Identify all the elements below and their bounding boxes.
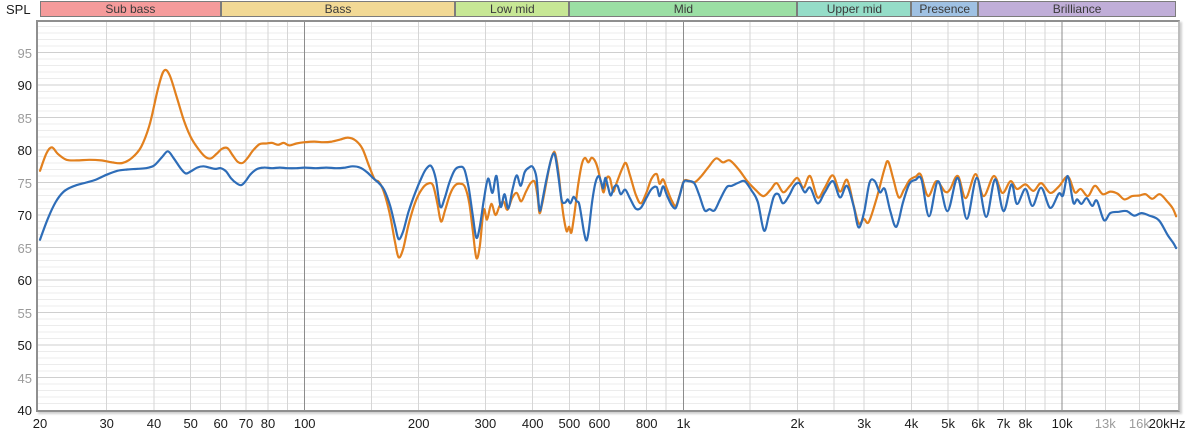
y-tick-95: 95 xyxy=(17,45,32,61)
x-tick-3k: 3k xyxy=(857,416,871,431)
band-sub-bass: Sub bass xyxy=(40,1,221,17)
band-upper-mid: Upper mid xyxy=(797,1,912,17)
band-presence: Presence xyxy=(911,1,979,17)
band-bass: Bass xyxy=(220,1,456,17)
y-tick-75: 75 xyxy=(17,175,32,191)
x-tick-4k: 4k xyxy=(904,416,919,431)
x-tick-800: 800 xyxy=(635,416,658,431)
y-tick-40: 40 xyxy=(17,403,32,418)
x-tick-6k: 6k xyxy=(971,416,985,431)
y-tick-80: 80 xyxy=(17,143,32,158)
plot-area xyxy=(38,22,1178,410)
y-tick-60: 60 xyxy=(17,273,32,288)
y-tick-45: 45 xyxy=(17,370,32,386)
x-tick-20: 20 xyxy=(32,416,48,431)
plot-frame xyxy=(36,20,1180,412)
x-tick-500: 500 xyxy=(558,416,581,431)
x-tick-1k: 1k xyxy=(676,416,691,431)
x-tick-600: 600 xyxy=(588,416,611,431)
x-tick-70: 70 xyxy=(238,416,254,431)
frequency-response-chart: SPL Sub bass Bass Low mid Mid Upper mid Prese… xyxy=(0,0,1200,436)
x-tick-200: 200 xyxy=(407,416,430,431)
x-tick-20kHz: 20kHz xyxy=(1148,416,1186,431)
y-tick-55: 55 xyxy=(17,305,32,321)
x-tick-60: 60 xyxy=(213,416,228,431)
x-tick-13k: 13k xyxy=(1094,416,1116,431)
band-mid: Mid xyxy=(569,1,798,17)
band-brilliance: Brilliance xyxy=(978,1,1177,17)
x-tick-5k: 5k xyxy=(941,416,955,431)
x-tick-2k: 2k xyxy=(790,416,805,431)
y-tick-65: 65 xyxy=(17,240,32,256)
y-tick-70: 70 xyxy=(17,208,32,223)
x-tick-100: 100 xyxy=(293,416,316,431)
x-tick-40: 40 xyxy=(146,416,162,431)
y-tick-90: 90 xyxy=(17,78,32,93)
x-tick-400: 400 xyxy=(521,416,544,431)
x-tick-30: 30 xyxy=(99,416,114,431)
x-tick-16k: 16k xyxy=(1128,416,1150,431)
x-tick-10k: 10k xyxy=(1051,416,1073,431)
measurement-blue-trace xyxy=(38,150,1178,250)
x-tick-300: 300 xyxy=(474,416,497,431)
y-tick-50: 50 xyxy=(17,338,32,353)
y-axis-title: SPL xyxy=(6,2,31,17)
band-low-mid: Low mid xyxy=(455,1,570,17)
y-tick-85: 85 xyxy=(17,110,32,126)
x-tick-7k: 7k xyxy=(996,416,1011,431)
x-tick-50: 50 xyxy=(183,416,198,431)
x-tick-80: 80 xyxy=(260,416,276,431)
x-tick-8k: 8k xyxy=(1018,416,1033,431)
